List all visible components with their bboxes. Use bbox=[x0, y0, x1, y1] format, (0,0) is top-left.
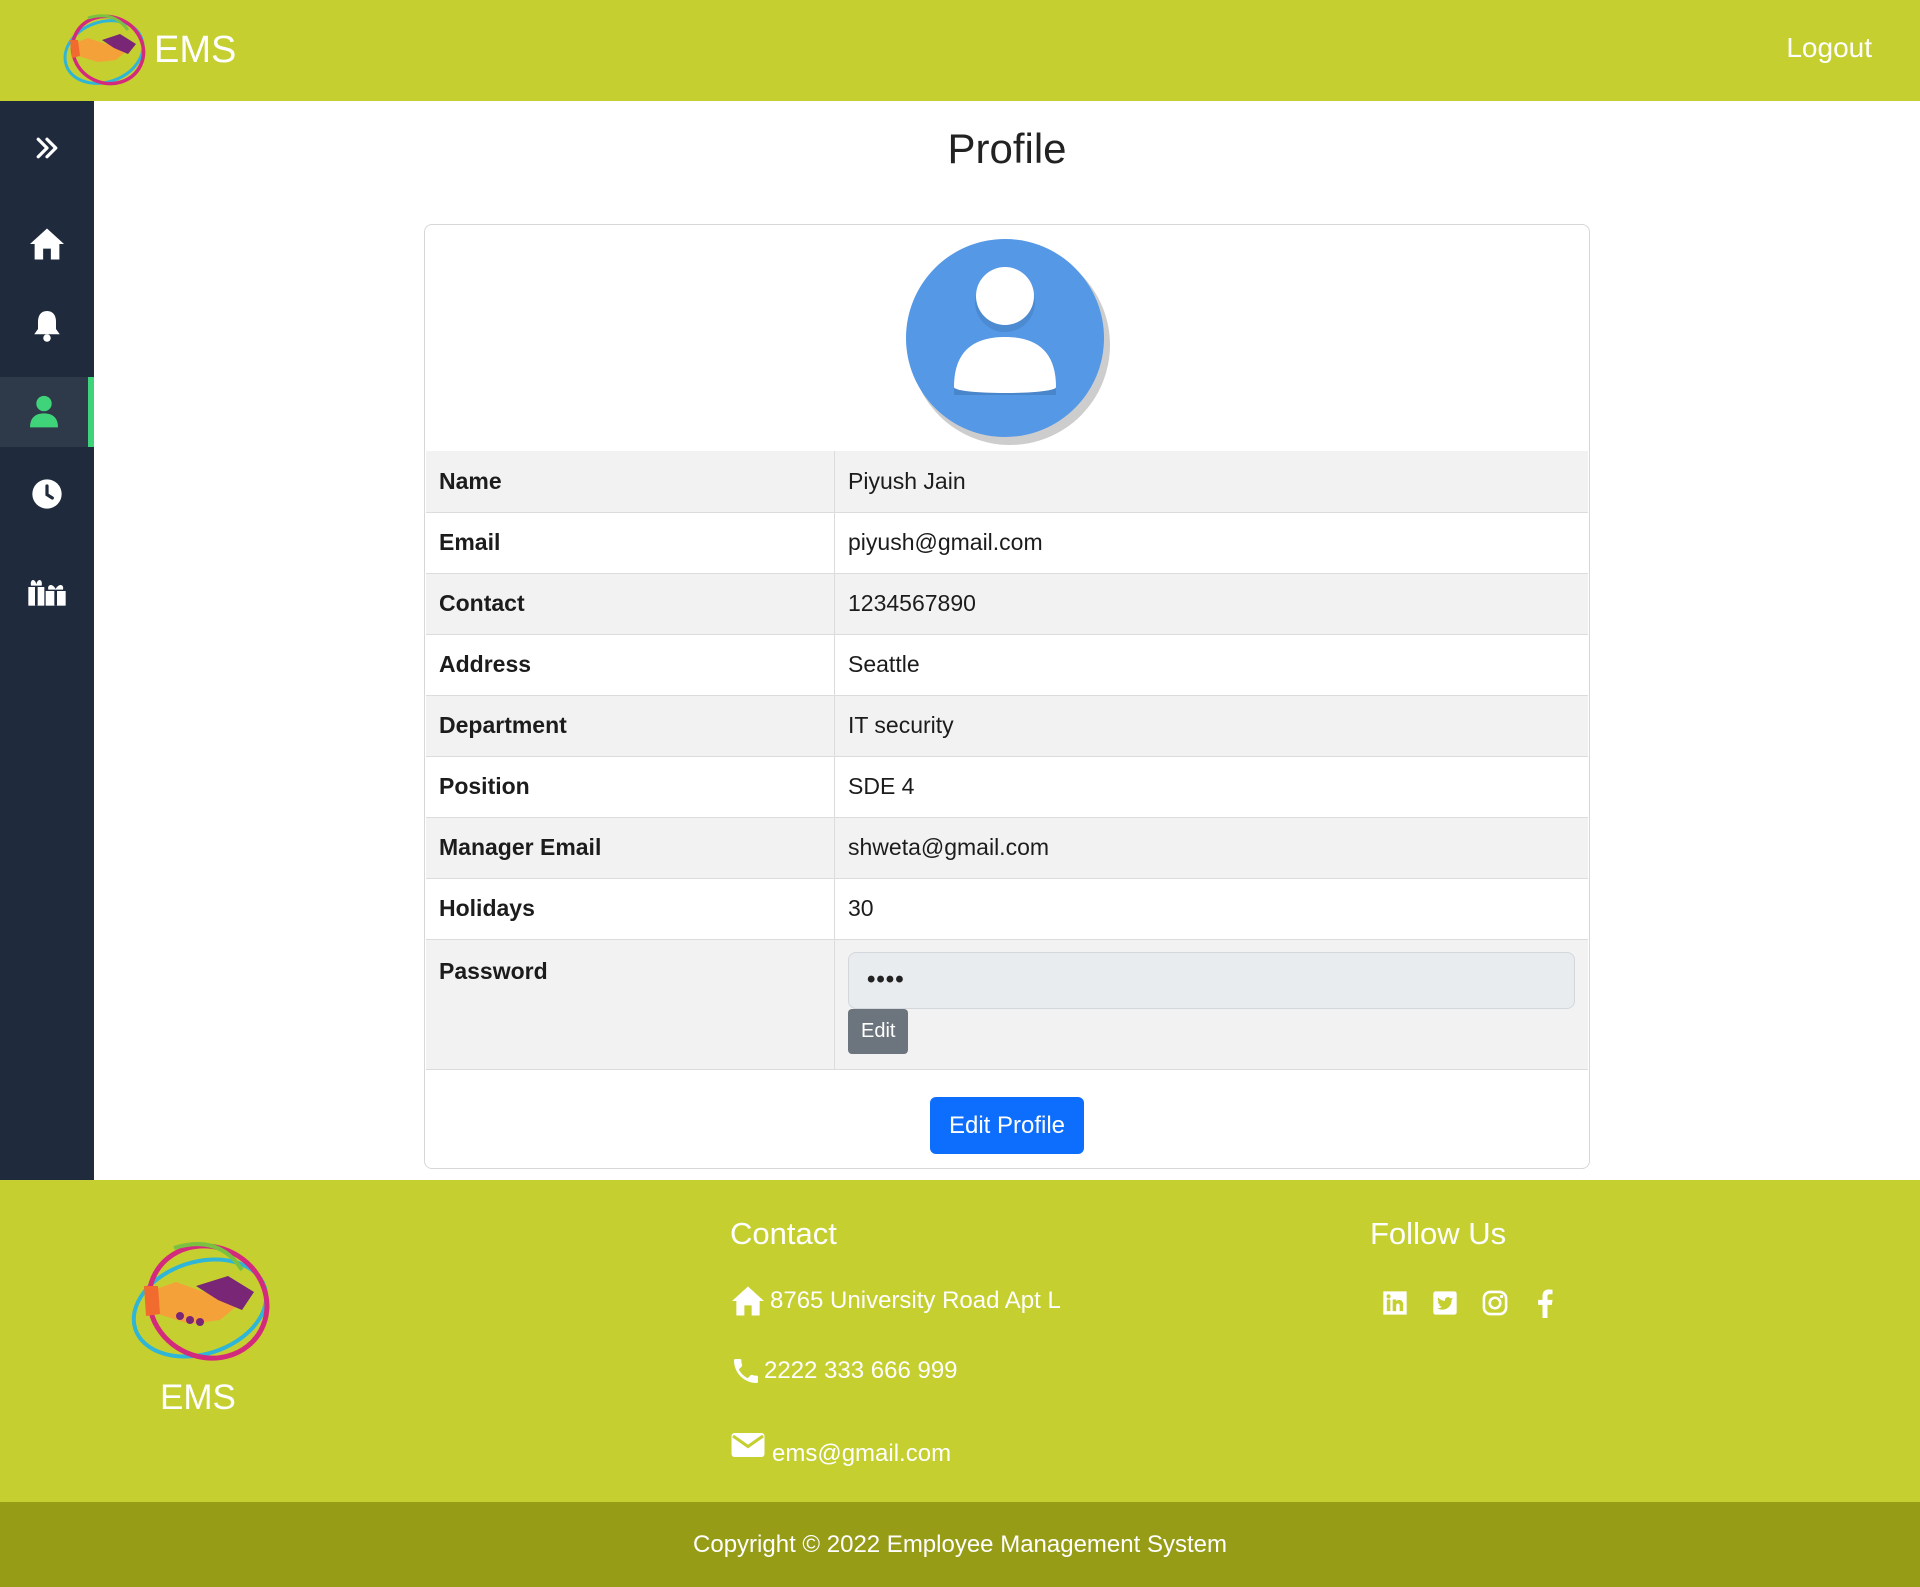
address-value: Seattle bbox=[834, 634, 1588, 696]
main-content: Profile Name Piyush Jain Email piyush@gmai… bbox=[94, 101, 1920, 1180]
name-value: Piyush Jain bbox=[834, 451, 1588, 513]
envelope-icon bbox=[731, 1433, 765, 1457]
facebook-icon bbox=[1538, 1289, 1553, 1318]
brand-name: EMS bbox=[154, 28, 237, 71]
email-value: piyush@gmail.com bbox=[834, 512, 1588, 574]
table-row: Contact 1234567890 bbox=[426, 573, 1588, 635]
social-links bbox=[1380, 1288, 1560, 1318]
top-navbar: EMS Logout bbox=[0, 0, 1920, 101]
contact-email-text: ems@gmail.com bbox=[772, 1440, 952, 1467]
chevrons-right-icon bbox=[36, 137, 58, 159]
twitter-link[interactable] bbox=[1430, 1288, 1460, 1318]
linkedin-icon bbox=[1383, 1291, 1407, 1315]
manager-email-label: Manager Email bbox=[426, 817, 835, 879]
holidays-value: 30 bbox=[834, 878, 1588, 940]
contact-heading: Contact bbox=[730, 1216, 837, 1251]
password-label: Password bbox=[426, 939, 835, 1070]
position-label: Position bbox=[426, 756, 835, 818]
edit-profile-button[interactable]: Edit Profile bbox=[930, 1097, 1084, 1154]
contact-address-text: 8765 University Road Apt L bbox=[770, 1287, 1061, 1314]
handshake-logo-icon bbox=[131, 1242, 270, 1361]
contact-value: 1234567890 bbox=[834, 573, 1588, 635]
profile-table: Name Piyush Jain Email piyush@gmail.com Co… bbox=[426, 451, 1588, 1070]
sidebar-item-attendance[interactable] bbox=[0, 459, 94, 529]
address-label: Address bbox=[426, 634, 835, 696]
footer-brand-name: EMS bbox=[160, 1378, 236, 1417]
table-row: Holidays 30 bbox=[426, 878, 1588, 940]
facebook-link[interactable] bbox=[1530, 1288, 1560, 1318]
linkedin-link[interactable] bbox=[1380, 1288, 1410, 1318]
sidebar bbox=[0, 101, 94, 1180]
footer: EMS Contact 8765 University Road Apt L 2… bbox=[0, 1180, 1920, 1502]
table-row: Address Seattle bbox=[426, 634, 1588, 696]
user-avatar-icon bbox=[954, 267, 1056, 395]
sidebar-item-home[interactable] bbox=[0, 209, 94, 279]
contact-phone: 2222 333 666 999 bbox=[730, 1355, 958, 1387]
contact-label: Contact bbox=[426, 573, 835, 635]
name-label: Name bbox=[426, 451, 835, 513]
sidebar-toggle-button[interactable] bbox=[0, 113, 94, 183]
copyright-bar: Copyright © 2022 Employee Management Sys… bbox=[0, 1502, 1920, 1587]
home-icon bbox=[30, 228, 64, 260]
table-row: Name Piyush Jain bbox=[426, 451, 1588, 513]
table-row: Email piyush@gmail.com bbox=[426, 512, 1588, 574]
password-edit-button[interactable]: Edit bbox=[848, 1008, 909, 1054]
password-cell: •••• Edit bbox=[834, 939, 1588, 1070]
table-row: Password •••• Edit bbox=[426, 939, 1588, 1070]
phone-icon bbox=[734, 1359, 758, 1383]
profile-card: Name Piyush Jain Email piyush@gmail.com Co… bbox=[424, 224, 1590, 1169]
holidays-label: Holidays bbox=[426, 878, 835, 940]
twitter-icon bbox=[1433, 1291, 1457, 1315]
instagram-icon bbox=[1482, 1290, 1508, 1316]
brand-link[interactable]: EMS bbox=[58, 10, 236, 90]
sidebar-item-notifications[interactable] bbox=[0, 291, 94, 361]
password-field[interactable]: •••• bbox=[848, 951, 1575, 1009]
department-value: IT security bbox=[834, 695, 1588, 757]
follow-heading: Follow Us bbox=[1370, 1216, 1507, 1251]
position-value: SDE 4 bbox=[834, 756, 1588, 818]
bell-icon bbox=[34, 311, 60, 342]
instagram-link[interactable] bbox=[1480, 1288, 1510, 1318]
sidebar-item-profile[interactable] bbox=[0, 377, 94, 447]
avatar bbox=[906, 239, 1110, 445]
page-title: Profile bbox=[947, 125, 1067, 172]
clock-icon bbox=[32, 479, 62, 509]
department-label: Department bbox=[426, 695, 835, 757]
user-icon bbox=[30, 395, 58, 428]
contact-address: 8765 University Road Apt L bbox=[730, 1285, 1061, 1317]
sidebar-item-holidays[interactable] bbox=[0, 556, 94, 626]
table-row: Position SDE 4 bbox=[426, 756, 1588, 818]
handshake-logo-icon bbox=[63, 14, 146, 86]
contact-phone-text: 2222 333 666 999 bbox=[764, 1357, 958, 1384]
manager-email-value: shweta@gmail.com bbox=[834, 817, 1588, 879]
gifts-icon bbox=[28, 579, 66, 606]
email-label: Email bbox=[426, 512, 835, 574]
home-icon bbox=[732, 1286, 764, 1316]
contact-email: ems@gmail.com bbox=[730, 1430, 951, 1467]
table-row: Department IT security bbox=[426, 695, 1588, 757]
logout-link[interactable]: Logout bbox=[1786, 32, 1872, 64]
table-row: Manager Email shweta@gmail.com bbox=[426, 817, 1588, 879]
